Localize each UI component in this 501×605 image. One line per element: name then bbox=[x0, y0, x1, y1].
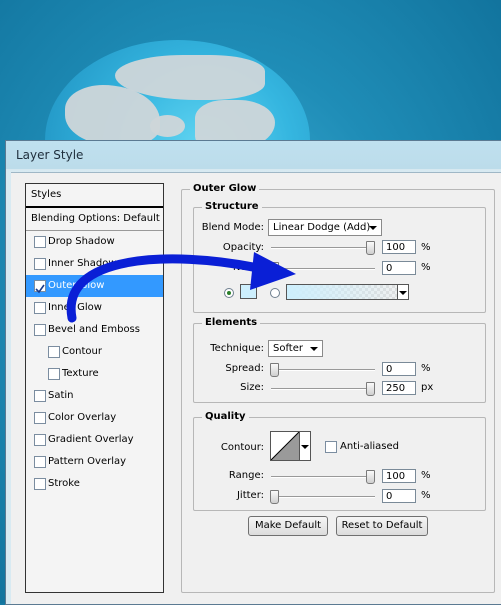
annotation-arrow-icon bbox=[66, 252, 296, 323]
